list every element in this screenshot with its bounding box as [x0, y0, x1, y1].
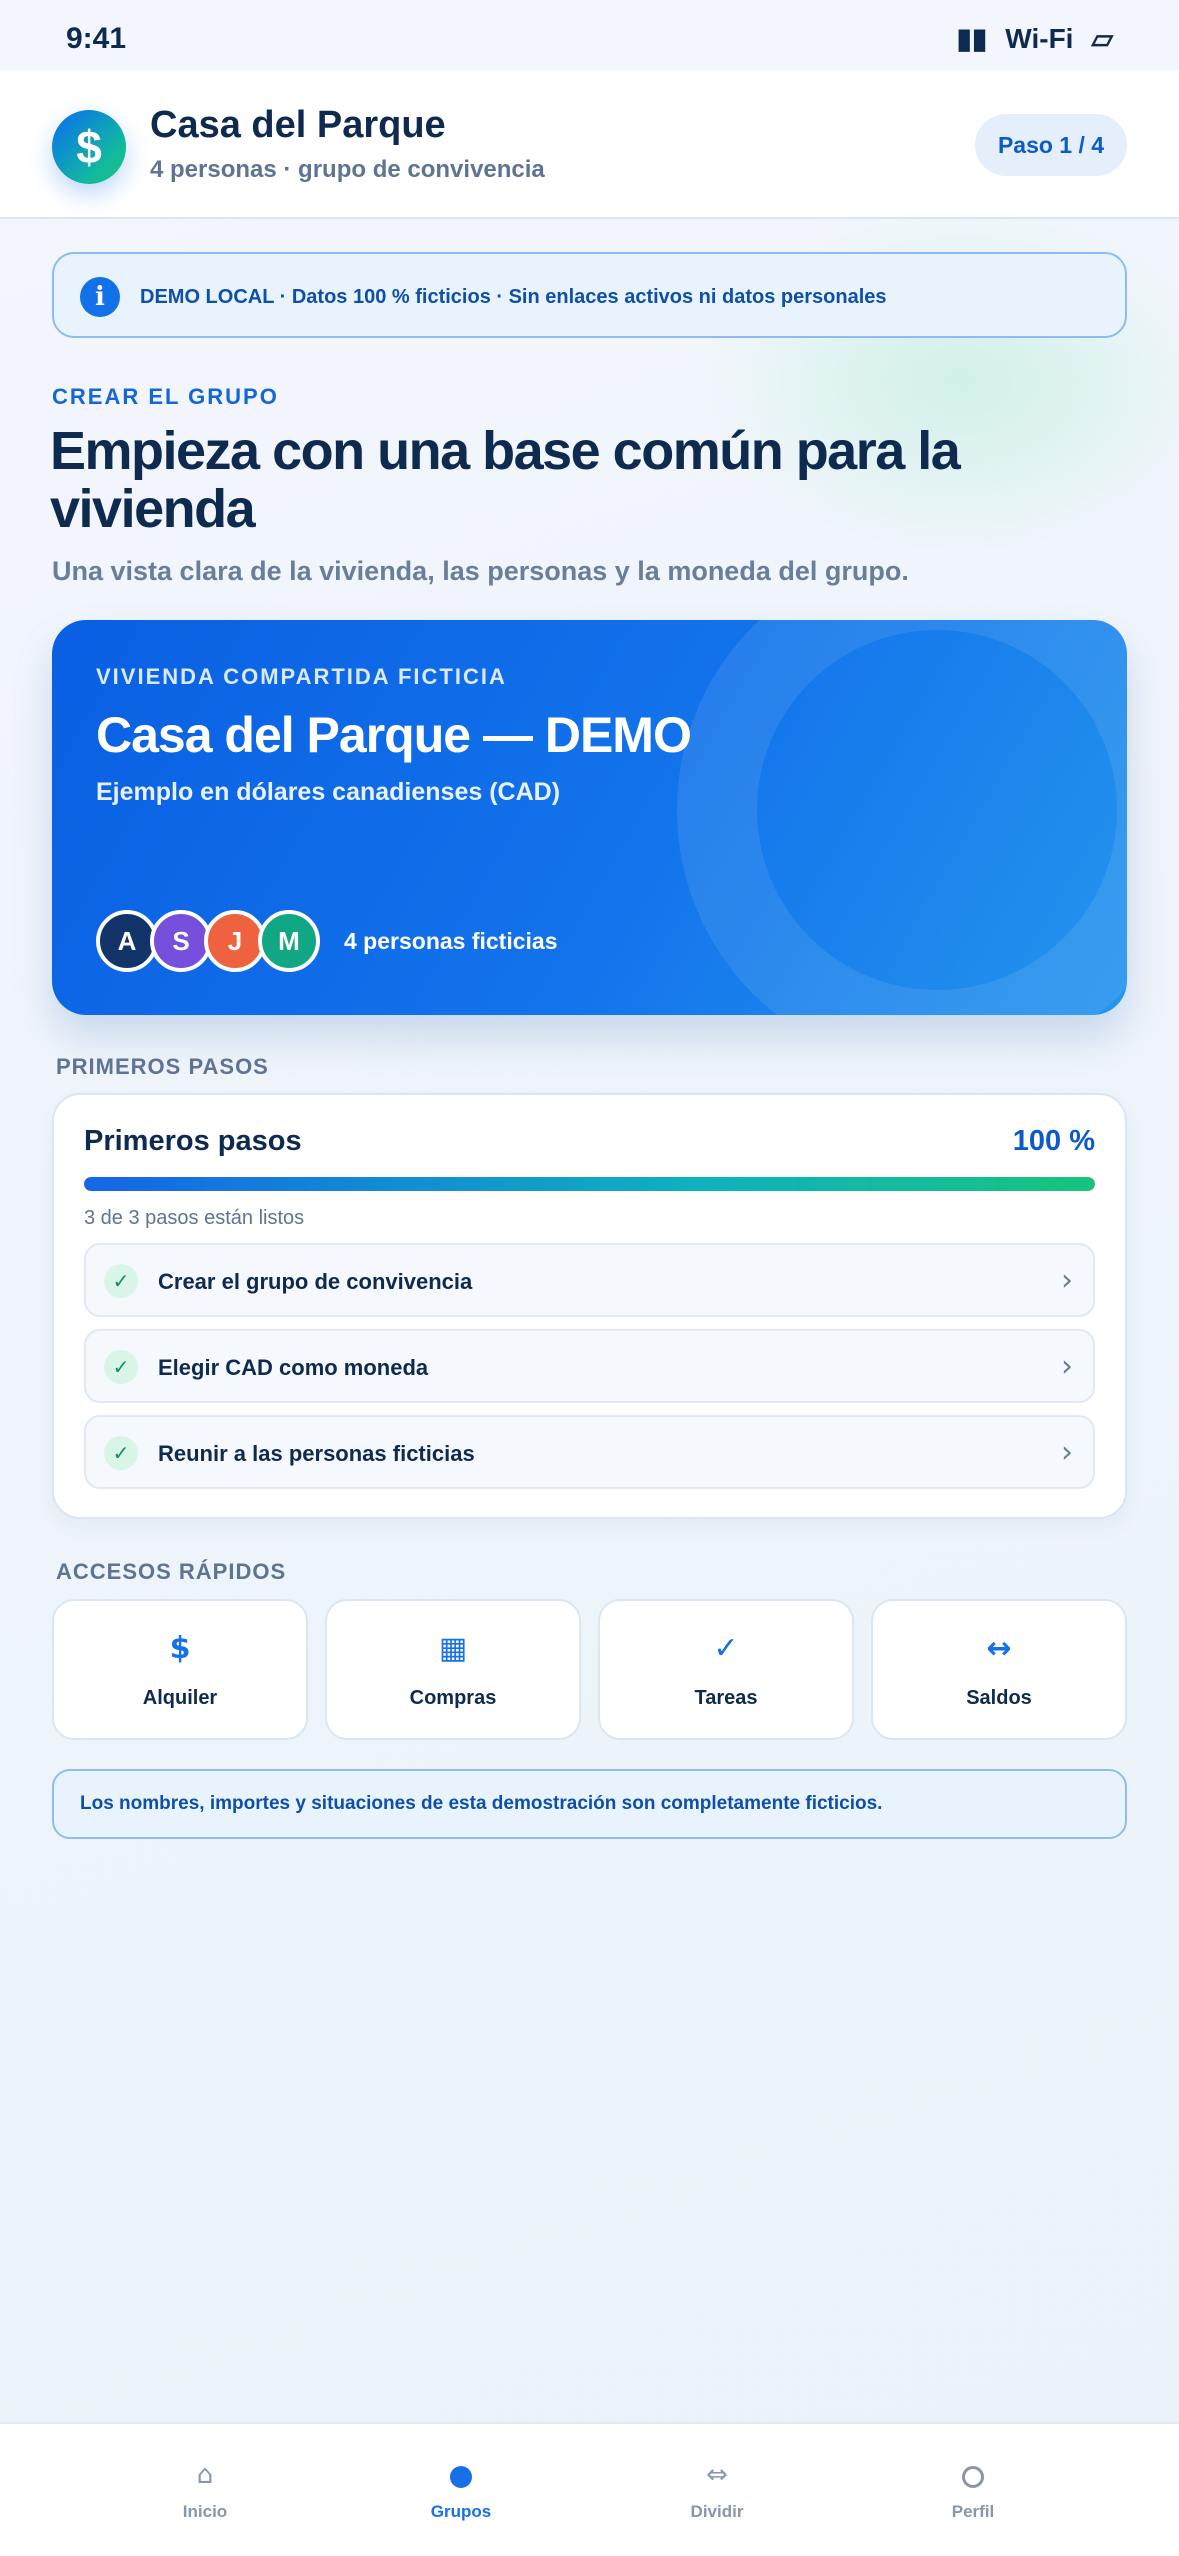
bottom-tab-bar: ⌂ Inicio Grupos ⇔ Dividir Perfil: [0, 2422, 1179, 2556]
grid-icon: ▦: [438, 1631, 468, 1666]
tab-perfil[interactable]: Perfil: [845, 2424, 1101, 2556]
tab-label: Inicio: [182, 2502, 228, 2521]
status-indicators: ▮▮ Wi-Fi ▱: [956, 22, 1113, 55]
tile-label: Compras: [409, 1687, 497, 1709]
dollar-icon: $: [169, 1631, 191, 1666]
info-icon: i: [80, 277, 120, 317]
chevron-right-icon: ›: [1061, 1349, 1073, 1384]
footnote-text: Los nombres, importes y situaciones de e…: [80, 1793, 883, 1814]
check-icon: ✓: [104, 1350, 138, 1384]
checklist-item-create-group[interactable]: ✓ Crear el grupo de convivencia ›: [84, 1243, 1095, 1317]
group-subtitle: 4 personas · grupo de convivencia: [150, 156, 545, 183]
checklist-item-label: Reunir a las personas ficticias: [158, 1441, 475, 1466]
quick-access-tasks[interactable]: ✓ Tareas: [598, 1599, 854, 1740]
dollar-logo-icon: $: [52, 110, 126, 184]
progress-note: 3 de 3 pasos están listos: [84, 1207, 305, 1229]
progress-bar: [84, 1177, 1095, 1191]
tile-label: Alquiler: [142, 1687, 218, 1709]
section-eyebrow: CREAR EL GRUPO: [52, 384, 279, 409]
chevron-right-icon: ›: [1061, 1435, 1073, 1470]
status-time: 9:41: [66, 22, 127, 55]
decorative-ring: [677, 620, 1127, 1015]
groups-icon: [450, 2466, 472, 2488]
avatar: M: [258, 910, 320, 972]
app-header: $ Casa del Parque 4 personas · grupo de …: [0, 70, 1179, 219]
chevron-right-icon: ›: [1061, 1263, 1073, 1298]
quick-access-rent[interactable]: $ Alquiler: [52, 1599, 308, 1740]
first-steps-section-label: PRIMEROS PASOS: [56, 1054, 269, 1079]
status-bar: 9:41 ▮▮ Wi-Fi ▱: [0, 0, 1179, 70]
wifi-label: Wi-Fi: [1005, 22, 1074, 54]
tab-grupos[interactable]: Grupos: [333, 2424, 589, 2556]
tab-label: Dividir: [690, 2502, 744, 2521]
avatar: A: [96, 910, 158, 972]
household-hero-card[interactable]: VIVIENDA COMPARTIDA FICTICIA Casa del Pa…: [52, 620, 1127, 1015]
tab-label: Perfil: [951, 2502, 995, 2521]
check-icon: ✓: [713, 1631, 739, 1666]
quick-access-section-label: ACCESOS RÁPIDOS: [56, 1559, 287, 1584]
hero-title: Casa del Parque — DEMO: [96, 707, 692, 763]
profile-icon: [962, 2466, 984, 2488]
group-title: Casa del Parque: [150, 104, 446, 146]
avatar: J: [204, 910, 266, 972]
page-lead: Una vista clara de la vivienda, las pers…: [52, 556, 909, 586]
check-icon: ✓: [104, 1264, 138, 1298]
tab-inicio[interactable]: ⌂ Inicio: [77, 2424, 333, 2556]
hero-eyebrow: VIVIENDA COMPARTIDA FICTICIA: [96, 664, 507, 689]
tab-label: Grupos: [430, 2502, 492, 2521]
checklist-item-label: Elegir CAD como moneda: [158, 1355, 429, 1380]
fictional-data-note: Los nombres, importes y situaciones de e…: [52, 1769, 1127, 1839]
battery-icon: ▱: [1091, 23, 1113, 54]
step-indicator-badge: Paso 1 / 4: [975, 114, 1127, 176]
quick-access-balances[interactable]: ↔ Saldos: [871, 1599, 1127, 1740]
split-icon: ⇔: [706, 2460, 728, 2490]
first-steps-title: Primeros pasos: [84, 1125, 302, 1157]
home-icon: ⌂: [196, 2460, 214, 2490]
tab-dividir[interactable]: ⇔ Dividir: [589, 2424, 845, 2556]
demo-info-banner: i DEMO LOCAL · Datos 100 % ficticios · S…: [52, 252, 1127, 338]
checklist-item-label: Crear el grupo de convivencia: [158, 1269, 473, 1294]
people-count-label: 4 personas ficticias: [344, 928, 558, 954]
progress-bar-fill: [84, 1177, 1095, 1191]
avatar: S: [150, 910, 212, 972]
tile-label: Tareas: [694, 1687, 758, 1709]
check-icon: ✓: [104, 1436, 138, 1470]
progress-percent: 100 %: [1012, 1125, 1095, 1157]
tile-label: Saldos: [966, 1687, 1032, 1709]
swap-icon: ↔: [986, 1631, 1012, 1666]
checklist-item-choose-currency[interactable]: ✓ Elegir CAD como moneda ›: [84, 1329, 1095, 1403]
signal-icon: ▮▮: [956, 23, 988, 54]
demo-banner-text: DEMO LOCAL · Datos 100 % ficticios · Sin…: [140, 286, 887, 308]
checklist-item-gather-people[interactable]: ✓ Reunir a las personas ficticias ›: [84, 1415, 1095, 1489]
first-steps-card: Primeros pasos 100 % 3 de 3 pasos están …: [52, 1093, 1127, 1519]
hero-subtitle: Ejemplo en dólares canadienses (CAD): [96, 778, 561, 806]
page-headline: Empieza con una base común para la vivie…: [50, 421, 961, 539]
quick-access-shopping[interactable]: ▦ Compras: [325, 1599, 581, 1740]
